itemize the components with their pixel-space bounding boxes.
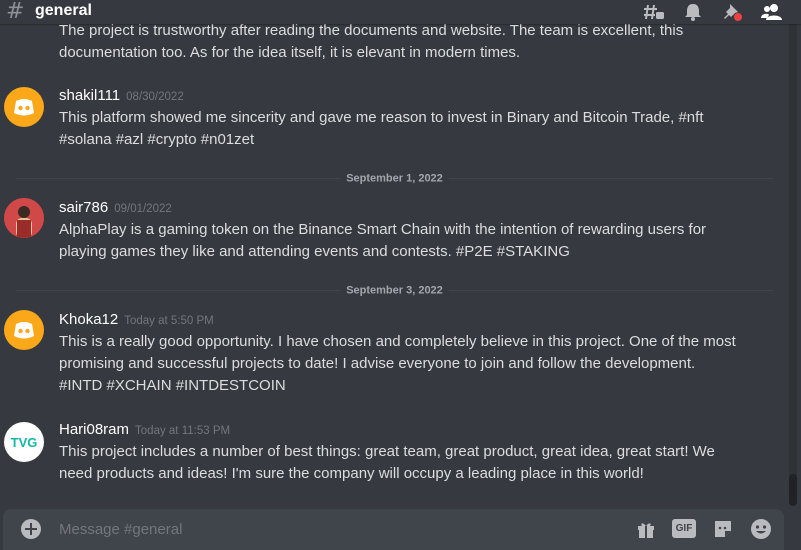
message-text: This project includes a number of best t…	[59, 443, 715, 460]
add-attachment-button[interactable]	[21, 519, 41, 539]
message-text: This platform showed me sincerity and ga…	[59, 109, 704, 126]
username[interactable]: Hari08ram	[59, 421, 129, 438]
message-text: #solana #azl #crypto #n01zet	[59, 131, 255, 148]
svg-text:TVG: TVG	[11, 435, 38, 450]
discord-logo-icon	[14, 322, 34, 339]
scrollbar-thumb[interactable]	[789, 474, 797, 506]
avatar[interactable]	[4, 87, 44, 127]
timestamp: Today at 5:50 PM	[124, 315, 214, 327]
scrollbar-track[interactable]	[789, 0, 797, 505]
message-author[interactable]: Khoka12 Today at 5:50 PM	[59, 311, 214, 328]
message-composer[interactable]: Message #general GIF	[3, 509, 784, 550]
notification-bell-icon[interactable]	[682, 2, 704, 22]
user-photo-icon	[4, 198, 44, 238]
timestamp: 09/01/2022	[114, 203, 172, 215]
message-text: AlphaPlay is a gaming token on the Binan…	[59, 221, 707, 238]
sticker-icon[interactable]	[712, 518, 734, 545]
message-text: documentation too. As for the idea itsel…	[59, 44, 521, 61]
channel-header: # general	[0, 0, 801, 24]
timestamp: Today at 11:53 PM	[135, 425, 231, 437]
avatar[interactable]	[4, 310, 44, 350]
message-input[interactable]: Message #general	[59, 521, 182, 538]
username[interactable]: sair786	[59, 199, 108, 216]
message-list[interactable]: The project is trustworthy after reading…	[0, 0, 787, 505]
message-text: #INTD #XCHAIN #INTDESTCOIN	[59, 377, 286, 394]
member-list-icon[interactable]	[761, 2, 783, 22]
message-text: playing games they like and attending ev…	[59, 243, 570, 260]
message-text: need products and ideas! I'm sure the co…	[59, 465, 644, 482]
message-author[interactable]: Hari08ram Today at 11:53 PM	[59, 421, 230, 438]
username[interactable]: Khoka12	[59, 311, 118, 328]
gif-button[interactable]: GIF	[672, 519, 696, 538]
tvg-logo-icon: TVG	[11, 435, 38, 450]
channel-name: general	[35, 2, 92, 19]
channel-hash-icon: #	[6, 0, 25, 24]
message-text: promising and successful projects to dat…	[59, 355, 696, 372]
avatar[interactable]	[4, 198, 44, 238]
timestamp: 08/30/2022	[126, 91, 184, 103]
discord-logo-icon	[14, 99, 34, 116]
date-divider: September 3, 2022	[16, 284, 773, 297]
message-author[interactable]: sair786 09/01/2022	[59, 199, 172, 216]
message-author[interactable]: shakil111 08/30/2022	[59, 87, 184, 104]
emoji-picker-icon[interactable]	[750, 518, 772, 545]
avatar[interactable]: TVG	[4, 422, 44, 462]
gift-icon[interactable]	[635, 518, 657, 545]
pinned-messages-icon[interactable]	[722, 2, 744, 22]
threads-icon[interactable]	[643, 2, 665, 22]
message-text: This is a really good opportunity. I hav…	[59, 333, 736, 350]
date-divider: September 1, 2022	[16, 172, 773, 185]
username[interactable]: shakil111	[59, 87, 120, 104]
message-text: The project is trustworthy after reading…	[59, 22, 684, 39]
